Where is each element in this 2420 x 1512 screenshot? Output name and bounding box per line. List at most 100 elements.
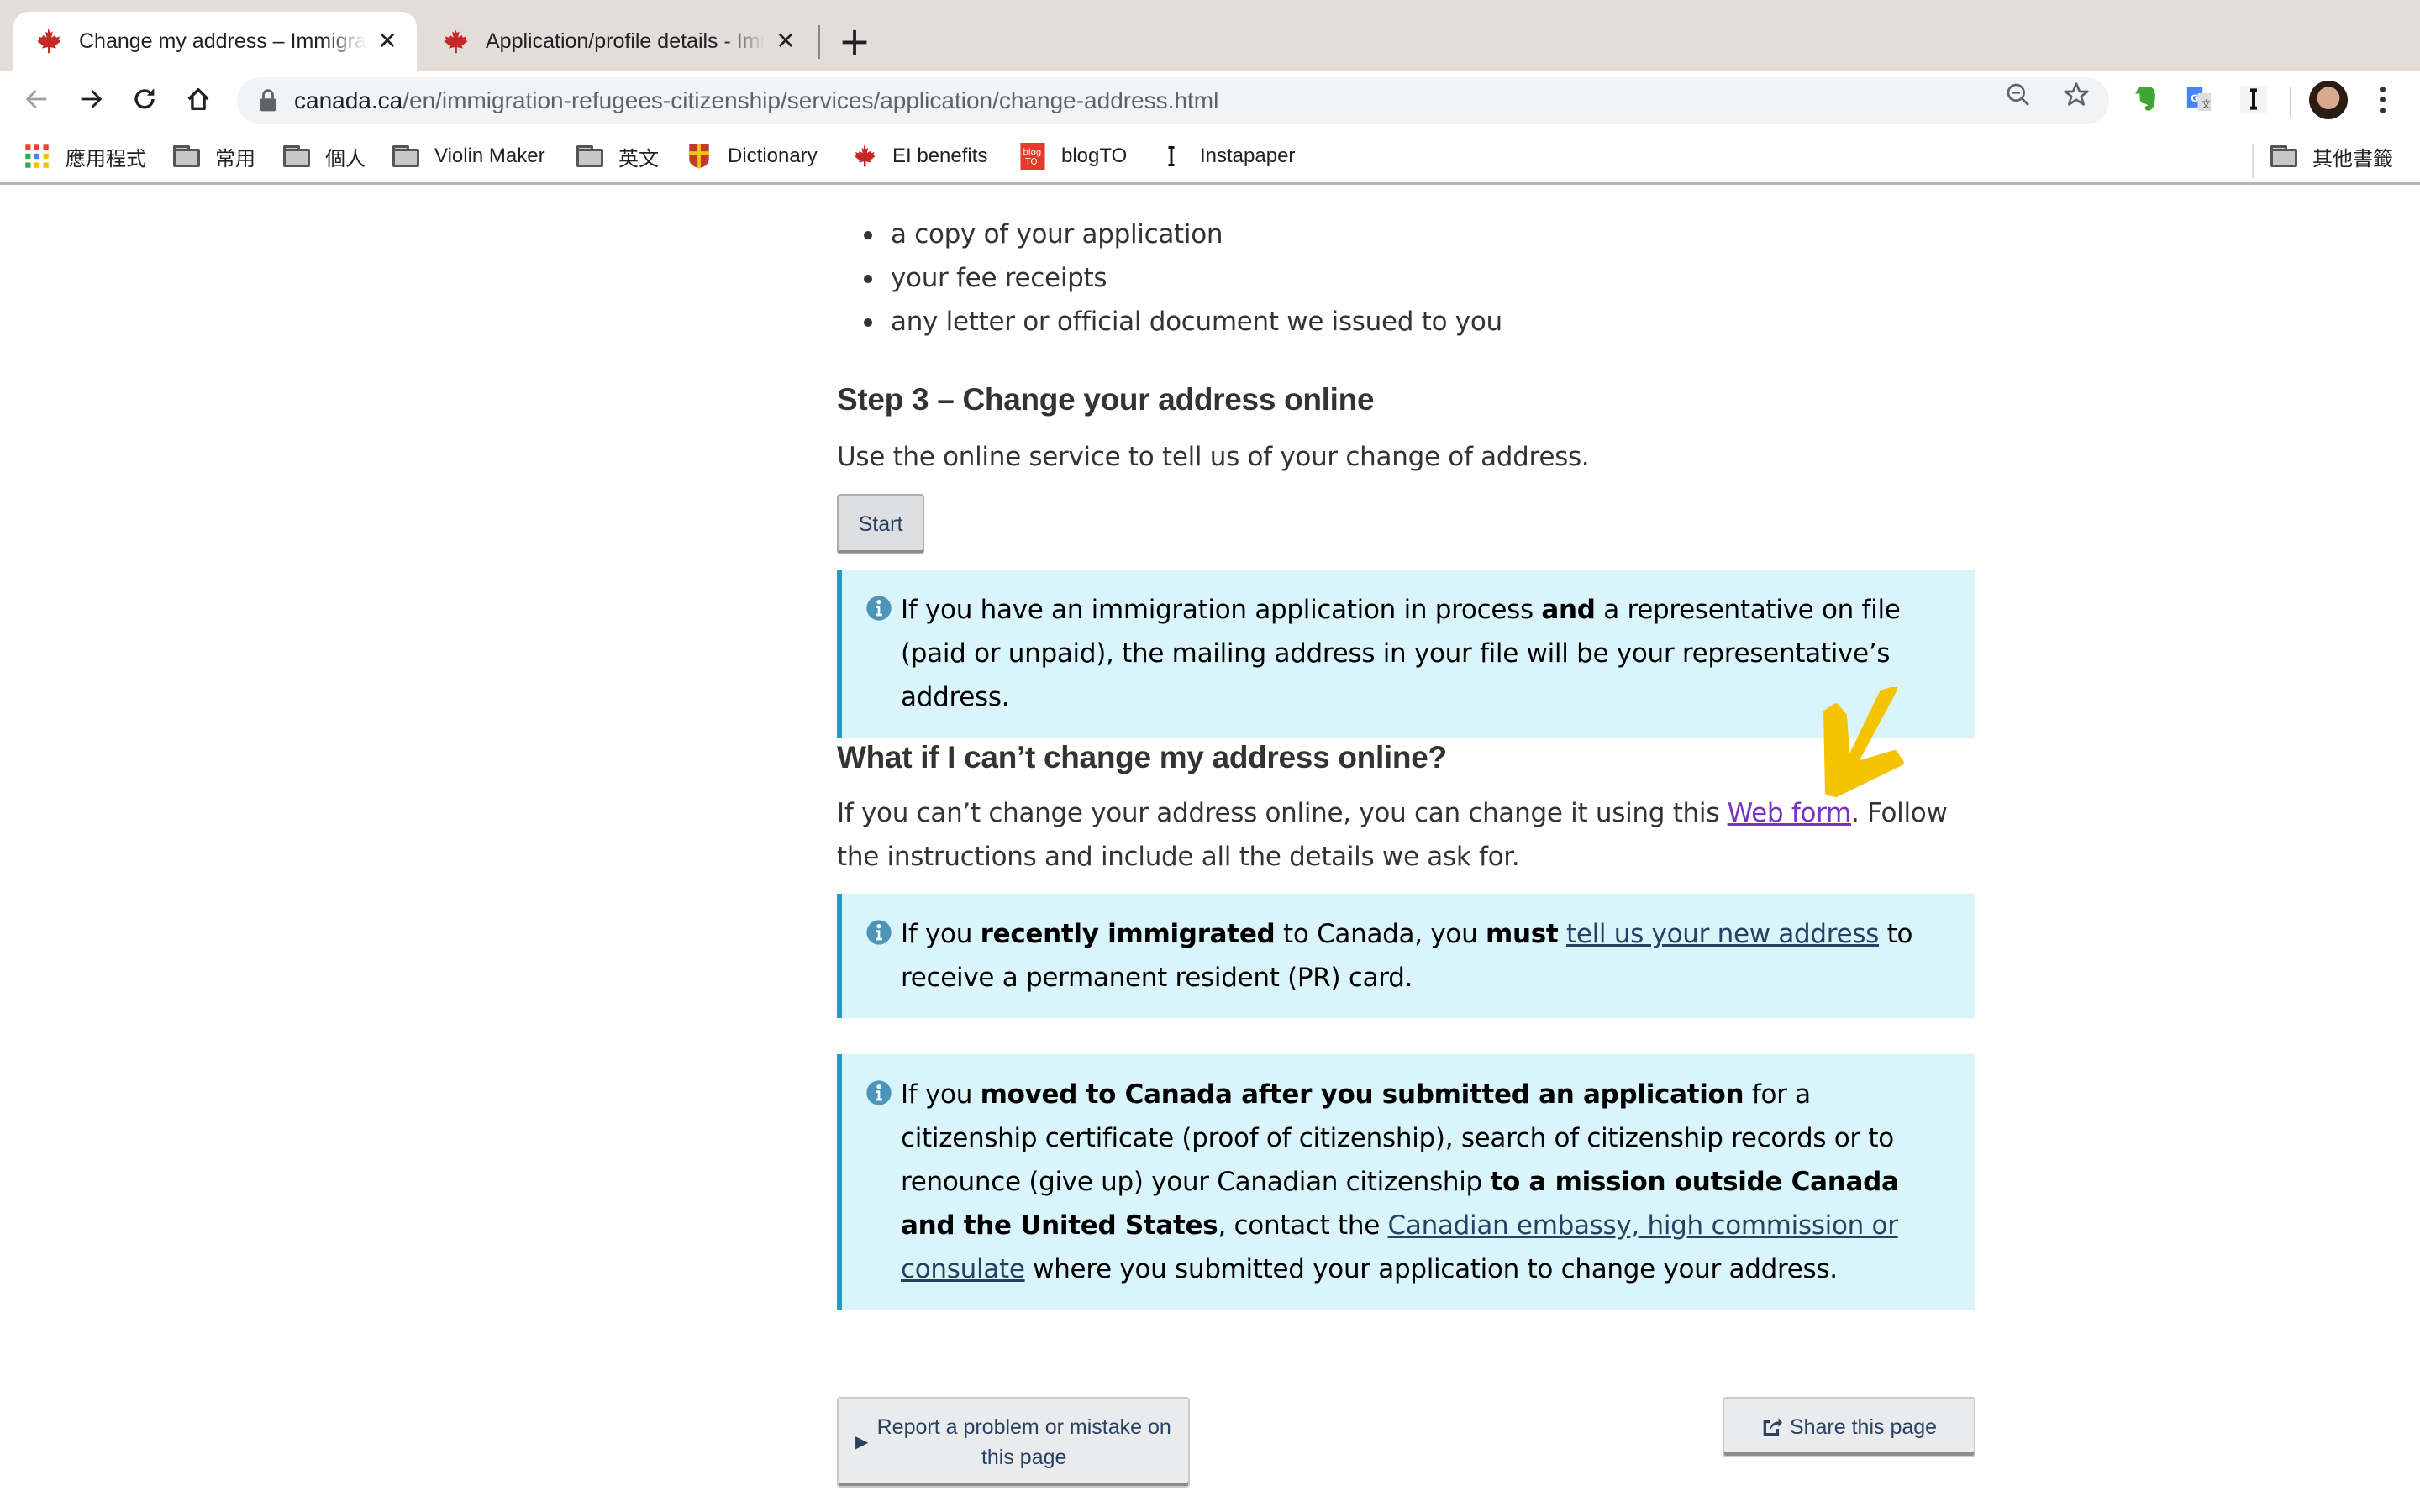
instapaper-icon — [2240, 86, 2267, 113]
info-icon — [866, 596, 892, 621]
bookmark-ei-benefits[interactable]: EI benefits — [850, 139, 987, 173]
bookmarks-bar: 應用程式 常用 個人 Violin Maker 英文 Dictionary EI… — [0, 128, 2420, 185]
new-tab-button[interactable]: + — [837, 20, 872, 62]
bookmark-label: Violin Maker — [434, 144, 545, 167]
maple-leaf-icon — [850, 144, 877, 169]
alert-text-part: If you have an immigration application i… — [901, 595, 1542, 625]
close-tab-icon[interactable]: ✕ — [375, 29, 400, 54]
svg-text:TO: TO — [1024, 158, 1037, 167]
folder-icon — [283, 144, 310, 169]
list-item: a copy of your application — [837, 213, 1502, 256]
bookmark-instapaper[interactable]: Instapaper — [1158, 139, 1295, 173]
back-arrow-icon — [25, 90, 47, 108]
step3-heading: Step 3 – Change your address online — [837, 382, 1375, 417]
web-form-link[interactable]: Web form — [1728, 798, 1852, 828]
cant-change-online-heading: What if I can’t change my address online… — [837, 740, 1447, 774]
instapaper-extension[interactable] — [2237, 82, 2270, 116]
alert-text-part: to Canada, you — [1275, 919, 1486, 949]
list-item: any letter or official document we issue… — [837, 300, 1502, 344]
alert-text-part: where you submitted your application to … — [1024, 1254, 1838, 1284]
share-page-label: Share this page — [1789, 1415, 1938, 1439]
bookmark-folder-violin-maker[interactable]: Violin Maker — [392, 139, 545, 173]
bookmark-label: 個人 — [325, 147, 366, 171]
cambridge-crest-icon — [686, 144, 713, 169]
start-button[interactable]: Start — [837, 494, 924, 554]
bookmark-other-bookmarks[interactable]: 其他書籤 — [2270, 139, 2393, 173]
tell-us-new-address-link[interactable]: tell us your new address — [1566, 919, 1879, 949]
caret-right-icon: ▶ — [855, 1433, 869, 1452]
info-alert-recently-immigrated: If you recently immigrated to Canada, yo… — [837, 894, 1975, 1018]
reload-button[interactable] — [124, 79, 165, 119]
blogto-icon: blog TO — [1019, 143, 1046, 170]
info-alert-moved-to-canada: If you moved to Canada after you submitt… — [837, 1054, 1975, 1310]
reload-icon — [134, 88, 155, 109]
report-problem-button[interactable]: ▶ Report a problem or mistake on this pag… — [837, 1397, 1190, 1488]
alert-text-bold: recently immigrated — [980, 919, 1276, 949]
alert-text: If you moved to Canada after you submitt… — [901, 1073, 1950, 1291]
share-page-button[interactable]: Share this page — [1723, 1397, 1975, 1457]
home-button[interactable] — [178, 79, 218, 119]
tab-strip: Change my address – Immigration ✕ Applic… — [0, 0, 2420, 71]
evernote-extension[interactable] — [2128, 82, 2162, 116]
bookmark-star-button[interactable] — [2060, 79, 2092, 111]
tab-application-profile-details[interactable]: Application/profile details - Immigratio… — [420, 12, 815, 71]
alert-text: If you recently immigrated to Canada, yo… — [901, 912, 1950, 1000]
bookmark-label: EI benefits — [892, 144, 988, 167]
url-path: /en/immigration-refugees-citizenship/ser… — [402, 87, 1219, 113]
bookmark-apps[interactable]: 應用程式 — [24, 139, 146, 173]
svg-text:blog: blog — [1023, 149, 1041, 158]
info-icon — [866, 920, 892, 945]
step3-description: Use the online service to tell us of you… — [837, 442, 1590, 472]
folder-icon — [2270, 144, 2297, 169]
info-alert-representative: If you have an immigration application i… — [837, 570, 1975, 738]
forward-button[interactable] — [71, 79, 111, 119]
back-button[interactable] — [17, 79, 57, 119]
bookmark-folder-english[interactable]: 英文 — [576, 139, 659, 173]
toolbar-separator — [2290, 87, 2291, 118]
evernote-icon — [2135, 87, 2155, 111]
bookmark-label: Dictionary — [728, 144, 818, 167]
folder-icon — [576, 144, 603, 169]
bookmark-label: blogTO — [1061, 144, 1128, 167]
share-icon — [1763, 1418, 1782, 1436]
tab-separator — [818, 25, 820, 59]
alert-text: If you have an immigration application i… — [901, 588, 1950, 719]
alert-text-bold: must — [1485, 919, 1559, 949]
tab-title: Change my address – Immigration — [79, 29, 366, 53]
required-documents-list: a copy of your application your fee rece… — [837, 213, 1502, 344]
home-icon — [187, 87, 209, 111]
svg-text:文: 文 — [2202, 98, 2211, 110]
tab-title: Application/profile details - Immigratio… — [486, 29, 765, 53]
close-tab-icon[interactable]: ✕ — [773, 29, 798, 54]
alert-text-part: If you — [901, 1079, 981, 1110]
browser-menu-button[interactable] — [2370, 81, 2395, 119]
alert-text-part — [1558, 919, 1566, 949]
info-icon — [866, 1080, 892, 1105]
google-translate-icon: G文 — [2186, 87, 2211, 112]
bookmarks-separator — [2252, 144, 2254, 178]
folder-icon — [173, 144, 200, 169]
zoom-out-icon — [2007, 83, 2029, 106]
address-bar[interactable]: canada.ca/en/immigration-refugees-citize… — [237, 77, 2109, 124]
bookmark-blogto[interactable]: blog TO blogTO — [1019, 139, 1127, 173]
url-host: canada.ca — [294, 87, 403, 113]
profile-avatar[interactable] — [2309, 81, 2348, 119]
bookmark-label: 其他書籤 — [2312, 147, 2393, 171]
alert-text-part: If you — [901, 919, 981, 949]
bookmark-label: 應用程式 — [66, 147, 146, 171]
forward-arrow-icon — [81, 90, 103, 108]
bookmark-dictionary[interactable]: Dictionary — [686, 139, 818, 173]
bookmark-label: Instapaper — [1200, 144, 1296, 167]
navigation-bar: canada.ca/en/immigration-refugees-citize… — [0, 71, 2420, 128]
zoom-out-button[interactable] — [2002, 79, 2034, 111]
cant-change-online-description: If you can’t change your address online,… — [837, 791, 1975, 879]
bookmark-folder-common[interactable]: 常用 — [173, 139, 255, 173]
google-translate-extension[interactable]: G文 — [2182, 82, 2216, 116]
maple-leaf-icon — [37, 28, 61, 54]
instapaper-icon — [1158, 144, 1185, 169]
alert-text-bold: moved to Canada after you submitted an a… — [980, 1079, 1744, 1110]
apps-grid-icon — [24, 144, 50, 169]
bookmark-folder-personal[interactable]: 個人 — [283, 139, 366, 173]
tab-change-my-address[interactable]: Change my address – Immigration ✕ — [13, 12, 417, 71]
folder-icon — [392, 144, 419, 169]
